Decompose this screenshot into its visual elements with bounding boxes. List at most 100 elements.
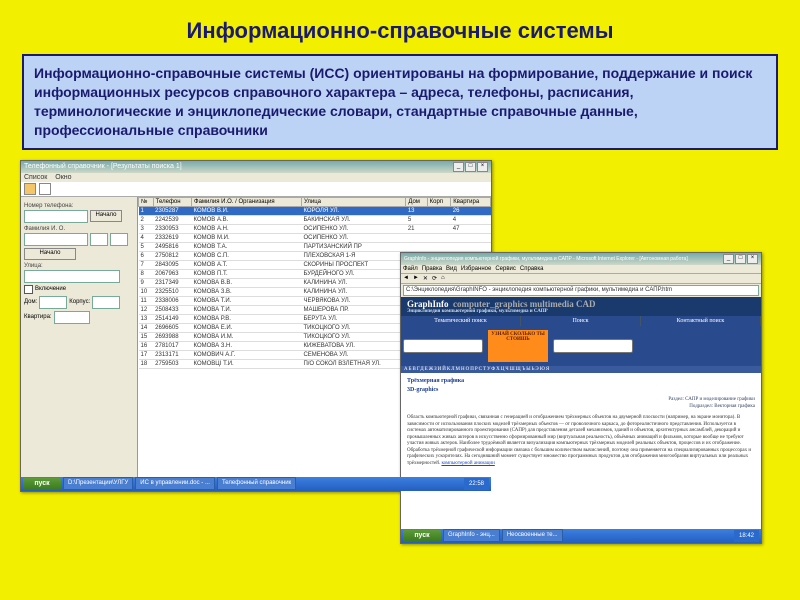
start-button[interactable]: пуск xyxy=(403,530,441,542)
address-bar[interactable]: C:\Энциклопедия\GraphINFO - энциклопедия… xyxy=(403,285,759,296)
system-tray[interactable]: 22:58 xyxy=(464,478,489,490)
menu-list[interactable]: Список xyxy=(24,174,47,181)
search-icon[interactable] xyxy=(39,183,51,195)
table-row[interactable]: 52495816КОМОВ Т.А.ПАРТИЗАНСКИЙ ПР xyxy=(139,242,491,251)
cell: ПАРТИЗАНСКИЙ ПР xyxy=(301,242,405,251)
inclusion-checkbox[interactable] xyxy=(24,285,33,294)
street-input[interactable] xyxy=(24,270,120,283)
maximize-icon[interactable]: □ xyxy=(735,254,746,264)
maximize-icon[interactable]: □ xyxy=(465,162,476,172)
table-row[interactable]: 12305287КОМОВ В.И.КОРОЛЯ УЛ.1326 xyxy=(139,206,491,215)
menu-edit[interactable]: Правка xyxy=(422,266,442,272)
close-icon[interactable]: × xyxy=(747,254,758,264)
cell: МАШЕРОВА ПР. xyxy=(301,305,405,314)
refresh-icon[interactable]: ⟳ xyxy=(432,275,437,282)
menu-fav[interactable]: Избранное xyxy=(461,266,491,272)
tab-context[interactable]: Контактный поиск xyxy=(641,316,761,326)
cell: 5 xyxy=(406,215,427,224)
tab-search[interactable]: Поиск xyxy=(521,316,641,326)
taskbar-item[interactable]: Телефонный справочник xyxy=(217,477,296,490)
cell: 12 xyxy=(139,305,154,314)
menubar: Файл Правка Вид Избранное Сервис Справка xyxy=(401,265,761,274)
back-icon[interactable]: ◄ xyxy=(403,275,409,282)
cell: 2843095 xyxy=(153,260,191,269)
table-row[interactable]: 22242539КОМОВ А.В.БАКИНСКАЯ УЛ.54 xyxy=(139,215,491,224)
column-header[interactable]: Фамилия И.О. / Организация xyxy=(192,197,302,206)
apt-label: Квартира: xyxy=(24,314,52,320)
table-row[interactable]: 42332619КОМОВ М.И.ОСИПЕНКО УЛ. xyxy=(139,233,491,242)
cell: П/О СОКОЛ ВЗЛЕТНАЯ УЛ. xyxy=(301,359,405,368)
house-input[interactable] xyxy=(39,296,67,309)
taskbar-item[interactable]: ИС в управлении.doc - ... xyxy=(135,477,215,490)
minimize-icon[interactable]: _ xyxy=(453,162,464,172)
column-header[interactable]: Корп xyxy=(427,197,451,206)
search-input-2[interactable] xyxy=(553,339,633,353)
search-panel: Номер телефона: Начало Фамилия И. О. Нач… xyxy=(21,197,138,482)
taskbar-item[interactable]: GraphInfo - энц... xyxy=(443,529,500,542)
menu-help[interactable]: Справка xyxy=(520,266,544,272)
cell xyxy=(406,242,427,251)
table-row[interactable]: 32330953КОМОВ А.Н.ОСИПЕНКО УЛ.2147 xyxy=(139,224,491,233)
cell: 2696605 xyxy=(153,323,191,332)
cell: 26 xyxy=(451,206,491,215)
block-input[interactable] xyxy=(92,296,120,309)
cell: КИЖЕВАТОВА УЛ. xyxy=(301,341,405,350)
taskbar-2: пуск GraphInfo - энц... Неосвоенные те..… xyxy=(401,529,761,543)
phone-input[interactable] xyxy=(24,210,88,223)
menu-tools[interactable]: Сервис xyxy=(495,266,516,272)
cell: 8 xyxy=(139,269,154,278)
menu-file[interactable]: Файл xyxy=(403,266,418,272)
cell: ЧЕРВЯКОВА УЛ. xyxy=(301,296,405,305)
cell: КОМОВА И.М. xyxy=(192,332,302,341)
surname-input[interactable] xyxy=(24,233,88,246)
column-header[interactable]: Квартира xyxy=(451,197,491,206)
apt-input[interactable] xyxy=(54,311,90,324)
forward-icon[interactable]: ► xyxy=(413,275,419,282)
cell: СЕМЕНОВА УЛ. xyxy=(301,350,405,359)
taskbar-item[interactable]: Неосвоенные те... xyxy=(502,529,563,542)
cell: 3 xyxy=(139,224,154,233)
minimize-icon[interactable]: _ xyxy=(723,254,734,264)
article-title-ru: Трёхмерная графика xyxy=(407,378,755,386)
initial-o-input[interactable] xyxy=(110,233,128,246)
page-content: GraphInfo computer_graphics multimedia C… xyxy=(401,297,761,532)
close-icon[interactable]: × xyxy=(477,162,488,172)
column-header[interactable]: Улица xyxy=(301,197,405,206)
tab-thematic[interactable]: Тематический поиск xyxy=(401,316,521,326)
cell xyxy=(406,233,427,242)
cell: 2693988 xyxy=(153,332,191,341)
start-button-2[interactable]: Начало xyxy=(24,248,76,260)
column-header[interactable]: Дом xyxy=(406,197,427,206)
column-header[interactable]: Телефон xyxy=(153,197,191,206)
system-tray[interactable]: 18:42 xyxy=(734,530,759,542)
cell xyxy=(427,233,451,242)
promo-banner[interactable]: УЗНАЙ СКОЛЬКО ТЫ СТОИШЬ xyxy=(488,330,548,362)
alpha-index[interactable]: АБВГДЕЖЗИЙКЛМНОПРСТУФХЦЧШЩЪЫЬЭЮЯ xyxy=(401,366,761,373)
taskbar-item[interactable]: D:\Презентации\УЛГУ xyxy=(63,477,133,490)
cell: КАЛИНИНА УЛ. xyxy=(301,278,405,287)
start-button[interactable]: пуск xyxy=(23,478,61,490)
nav-tabs: Тематический поиск Поиск Контактный поис… xyxy=(401,316,761,326)
cell: 18 xyxy=(139,359,154,368)
link-animation[interactable]: компьютерной анимации xyxy=(441,461,494,466)
menu-window[interactable]: Окно xyxy=(55,174,71,181)
cell: 2495816 xyxy=(153,242,191,251)
cell: КОМОВ М.И. xyxy=(192,233,302,242)
menubar: Список Окно xyxy=(21,173,491,182)
cell: 2330953 xyxy=(153,224,191,233)
column-header[interactable]: № xyxy=(139,197,154,206)
open-icon[interactable] xyxy=(24,183,36,195)
search-input-1[interactable] xyxy=(403,339,483,353)
stop-icon[interactable]: ✕ xyxy=(423,275,428,282)
cell: КОМОВ В.И. xyxy=(192,206,302,215)
cell: БАКИНСКАЯ УЛ. xyxy=(301,215,405,224)
initial-i-input[interactable] xyxy=(90,233,108,246)
cell: 2325510 xyxy=(153,287,191,296)
cell: 7 xyxy=(139,260,154,269)
cell: 14 xyxy=(139,323,154,332)
cell: КОМОВА З.Н. xyxy=(192,341,302,350)
cell: 2305287 xyxy=(153,206,191,215)
start-button-1[interactable]: Начало xyxy=(90,210,122,222)
menu-view[interactable]: Вид xyxy=(446,266,457,272)
home-icon[interactable]: ⌂ xyxy=(441,275,445,282)
